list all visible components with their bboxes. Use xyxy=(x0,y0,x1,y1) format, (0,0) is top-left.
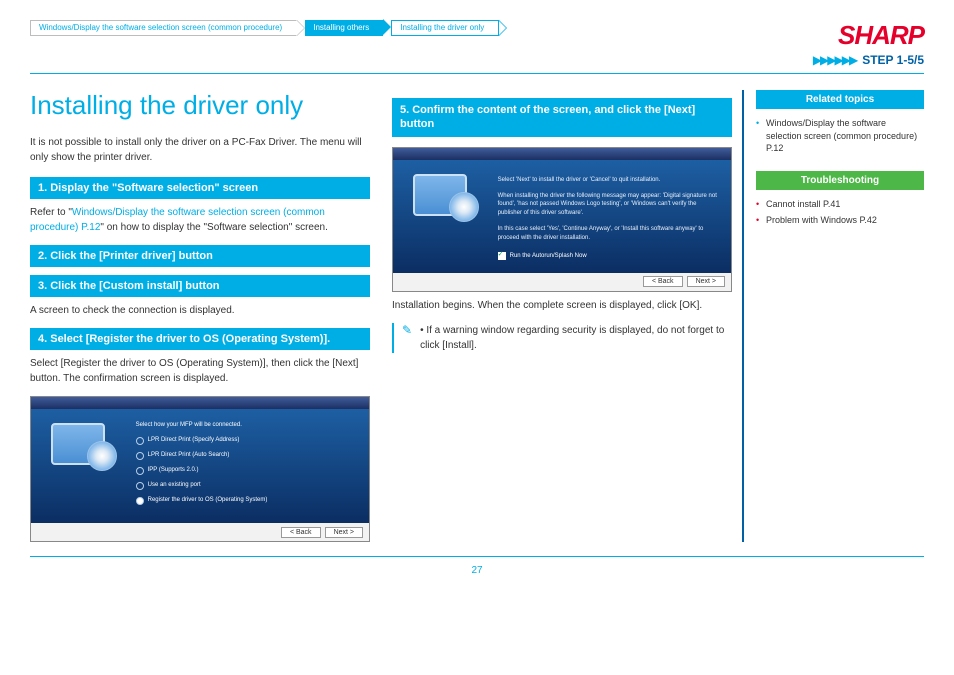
step-5-heading: 5. Confirm the content of the screen, an… xyxy=(392,98,732,137)
troubleshooting-heading: Troubleshooting xyxy=(756,171,924,190)
step-4-text: Select [Register the driver to OS (Opera… xyxy=(30,356,370,386)
next-button: Next > xyxy=(687,276,725,287)
installer-screenshot-1: Select how your MFP will be connected. L… xyxy=(30,396,370,542)
pin-icon: ✎ xyxy=(402,323,412,337)
sidebar: Related topics Windows/Display the softw… xyxy=(742,90,924,542)
related-topics-heading: Related topics xyxy=(756,90,924,109)
breadcrumb-item-3[interactable]: Installing the driver only xyxy=(391,20,499,36)
brand-logo: SHARP xyxy=(813,20,924,51)
next-button: Next > xyxy=(325,527,363,538)
step-4-heading: 4. Select [Register the driver to OS (Op… xyxy=(30,328,370,350)
breadcrumb-label: Installing others xyxy=(313,23,369,33)
installer-screenshot-2: Select 'Next' to install the driver or '… xyxy=(392,147,732,292)
intro-text: It is not possible to install only the d… xyxy=(30,135,370,165)
troubleshoot-link-1[interactable]: Cannot install P.41 xyxy=(756,196,924,213)
step-3-text: A screen to check the connection is disp… xyxy=(30,303,370,318)
checkbox-icon xyxy=(498,252,506,260)
step-2-heading: 2. Click the [Printer driver] button xyxy=(30,245,370,267)
note-callout: ✎ If a warning window regarding security… xyxy=(392,323,732,353)
page-title: Installing the driver only xyxy=(30,90,370,121)
breadcrumb: Windows/Display the software selection s… xyxy=(30,20,499,36)
page-number: 27 xyxy=(30,556,924,576)
step-1-heading: 1. Display the "Software selection" scre… xyxy=(30,177,370,199)
breadcrumb-item-2[interactable]: Installing others xyxy=(305,20,383,36)
note-text: If a warning window regarding security i… xyxy=(420,323,732,353)
back-button: < Back xyxy=(281,527,321,538)
step-indicator: STEP 1-5/5 xyxy=(862,53,924,67)
related-topic-link[interactable]: Windows/Display the software selection s… xyxy=(756,115,924,157)
monitor-icon xyxy=(51,423,105,465)
divider xyxy=(30,73,924,74)
step-3-heading: 3. Click the [Custom install] button xyxy=(30,275,370,297)
back-button: < Back xyxy=(643,276,683,287)
progress-arrows-icon: ▶▶▶▶▶▶ xyxy=(813,53,856,67)
troubleshoot-link-2[interactable]: Problem with Windows P.42 xyxy=(756,212,924,229)
step-1-text: Refer to "Windows/Display the software s… xyxy=(30,205,370,235)
breadcrumb-label: Installing the driver only xyxy=(400,23,484,33)
breadcrumb-item-1[interactable]: Windows/Display the software selection s… xyxy=(30,20,297,36)
step-5-text: Installation begins. When the complete s… xyxy=(392,298,732,313)
breadcrumb-label: Windows/Display the software selection s… xyxy=(39,23,282,33)
monitor-icon xyxy=(413,174,467,216)
